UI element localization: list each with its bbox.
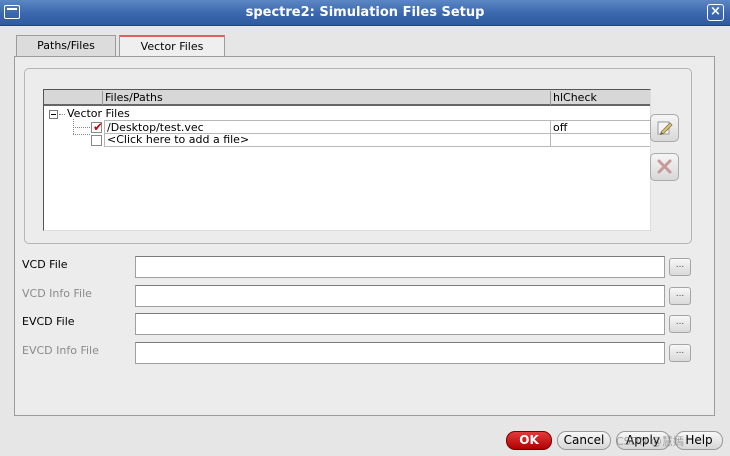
table-header: Files/Paths hlCheck bbox=[44, 90, 650, 106]
evcd-info-file-label: EVCD Info File bbox=[22, 344, 99, 357]
evcd-file-browse-button[interactable]: ... bbox=[669, 315, 691, 333]
evcd-file-label: EVCD File bbox=[22, 315, 75, 328]
tab-paths-files[interactable]: Paths/Files bbox=[16, 35, 116, 57]
vcd-info-file-browse-button[interactable]: ... bbox=[669, 287, 691, 305]
ok-button[interactable]: OK bbox=[506, 431, 552, 450]
table-row[interactable]: ✔ /Desktop/test.vec off bbox=[44, 120, 650, 134]
add-file-cell[interactable]: <Click here to add a file> bbox=[104, 133, 550, 147]
title-bar: spectre2: Simulation Files Setup × bbox=[0, 0, 730, 26]
cancel-button[interactable]: Cancel bbox=[557, 431, 611, 450]
evcd-info-file-input[interactable] bbox=[135, 342, 665, 364]
edit-icon bbox=[657, 121, 673, 135]
file-path-cell[interactable]: /Desktop/test.vec bbox=[104, 120, 550, 134]
collapse-icon[interactable] bbox=[49, 110, 58, 119]
vcd-file-input[interactable] bbox=[135, 256, 665, 278]
window-title: spectre2: Simulation Files Setup bbox=[245, 5, 485, 20]
vcd-file-browse-button[interactable]: ... bbox=[669, 258, 691, 276]
column-header-hlcheck[interactable]: hlCheck bbox=[550, 91, 650, 105]
evcd-file-input[interactable] bbox=[135, 313, 665, 335]
vector-files-group: Files/Paths hlCheck Vector Files ✔ /Desk… bbox=[24, 68, 692, 244]
evcd-info-file-browse-button[interactable]: ... bbox=[669, 344, 691, 362]
files-tree-table[interactable]: Files/Paths hlCheck Vector Files ✔ /Desk… bbox=[43, 89, 651, 231]
vcd-info-file-label: VCD Info File bbox=[22, 287, 92, 300]
edit-button[interactable] bbox=[650, 114, 679, 142]
close-icon[interactable]: × bbox=[707, 4, 724, 21]
delete-button[interactable] bbox=[650, 153, 679, 181]
tree-group-label: Vector Files bbox=[67, 107, 130, 120]
column-header-files-paths[interactable]: Files/Paths bbox=[102, 91, 550, 105]
checkmark-icon: ✔ bbox=[93, 120, 104, 134]
delete-icon bbox=[657, 159, 672, 174]
hlcheck-cell[interactable]: off bbox=[550, 120, 650, 134]
vcd-file-label: VCD File bbox=[22, 258, 68, 271]
tree-group-row[interactable]: Vector Files bbox=[44, 107, 650, 121]
hlcheck-cell[interactable] bbox=[550, 133, 650, 147]
tab-vector-files[interactable]: Vector Files bbox=[119, 35, 225, 58]
watermark: CSDN @慧嫣 bbox=[616, 435, 684, 448]
vcd-info-file-input[interactable] bbox=[135, 285, 665, 307]
table-row[interactable]: <Click here to add a file> bbox=[44, 133, 650, 147]
row-checkbox[interactable]: ✔ bbox=[91, 120, 104, 134]
row-checkbox[interactable] bbox=[91, 135, 102, 146]
